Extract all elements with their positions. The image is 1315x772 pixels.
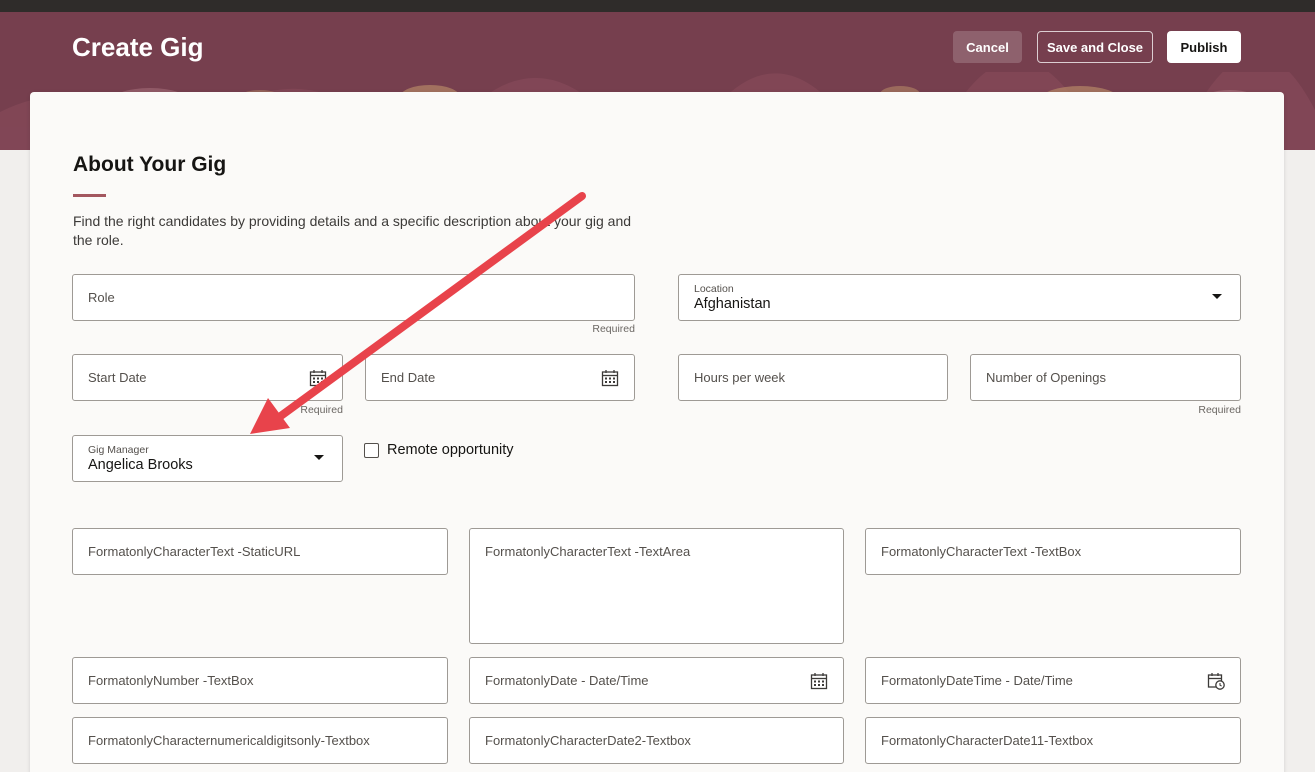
gig-manager-select[interactable]: Gig Manager Angelica Brooks: [72, 435, 343, 482]
hours-per-week-input[interactable]: Hours per week: [678, 354, 948, 401]
calendar-clock-icon[interactable]: [1207, 672, 1225, 690]
cancel-button[interactable]: Cancel: [953, 31, 1022, 63]
location-label: Location: [694, 283, 734, 295]
location-select[interactable]: Location Afghanistan: [678, 274, 1241, 321]
date-time-placeholder: FormatonlyDate - Date/Time: [485, 673, 649, 688]
datetime-time-input[interactable]: FormatonlyDateTime - Date/Time: [865, 657, 1241, 704]
chevron-down-icon[interactable]: [1212, 294, 1222, 299]
start-date-input[interactable]: Start Date: [72, 354, 343, 401]
number-textbox-input[interactable]: FormatonlyNumber -TextBox: [72, 657, 448, 704]
end-date-placeholder: End Date: [381, 370, 436, 385]
remote-opportunity[interactable]: Remote opportunity: [364, 442, 514, 458]
text-area-input[interactable]: FormatonlyCharacterText -TextArea: [469, 528, 844, 644]
role-placeholder: Role: [88, 290, 115, 305]
date-time-input[interactable]: FormatonlyDate - Date/Time: [469, 657, 844, 704]
gig-manager-label: Gig Manager: [88, 444, 149, 456]
static-url-input[interactable]: FormatonlyCharacterText -StaticURL: [72, 528, 448, 575]
datetime-time-placeholder: FormatonlyDateTime - Date/Time: [881, 673, 1073, 688]
hours-per-week-placeholder: Hours per week: [694, 370, 786, 385]
gig-manager-value: Angelica Brooks: [88, 457, 193, 473]
date2-input[interactable]: FormatonlyCharacterDate2-Textbox: [469, 717, 844, 764]
publish-button[interactable]: Publish: [1167, 31, 1241, 63]
text-box-placeholder: FormatonlyCharacterText -TextBox: [881, 544, 1082, 559]
section-description: Find the right candidates by providing d…: [73, 213, 632, 248]
calendar-icon[interactable]: [601, 369, 619, 387]
page-title: Create Gig: [72, 32, 204, 62]
static-url-placeholder: FormatonlyCharacterText -StaticURL: [88, 544, 301, 559]
remote-checkbox[interactable]: [364, 442, 379, 458]
remote-label: Remote opportunity: [387, 442, 514, 458]
calendar-icon[interactable]: [810, 672, 828, 690]
top-strip: [0, 0, 1315, 12]
openings-required: Required: [1198, 404, 1241, 416]
section-title: About Your Gig: [73, 153, 227, 176]
chevron-down-icon[interactable]: [314, 455, 324, 460]
number-of-openings-input[interactable]: Number of Openings: [970, 354, 1241, 401]
role-required: Required: [592, 323, 635, 335]
number-textbox-placeholder: FormatonlyNumber -TextBox: [88, 673, 254, 688]
numerical-digits-input[interactable]: FormatonlyCharacternumericaldigitsonly-T…: [72, 717, 448, 764]
text-area-placeholder: FormatonlyCharacterText -TextArea: [485, 544, 691, 559]
numerical-digits-placeholder: FormatonlyCharacternumericaldigitsonly-T…: [88, 733, 370, 748]
end-date-input[interactable]: End Date: [365, 354, 635, 401]
title-accent: [73, 194, 106, 197]
start-date-required: Required: [300, 404, 343, 416]
location-value: Afghanistan: [694, 296, 771, 312]
number-of-openings-placeholder: Number of Openings: [986, 370, 1106, 385]
text-box-input[interactable]: FormatonlyCharacterText -TextBox: [865, 528, 1241, 575]
date2-placeholder: FormatonlyCharacterDate2-Textbox: [485, 733, 691, 748]
role-input[interactable]: Role: [72, 274, 635, 321]
start-date-placeholder: Start Date: [88, 370, 147, 385]
date11-input[interactable]: FormatonlyCharacterDate11-Textbox: [865, 717, 1241, 764]
save-and-close-button[interactable]: Save and Close: [1037, 31, 1153, 63]
calendar-icon[interactable]: [309, 369, 327, 387]
date11-placeholder: FormatonlyCharacterDate11-Textbox: [881, 733, 1094, 748]
